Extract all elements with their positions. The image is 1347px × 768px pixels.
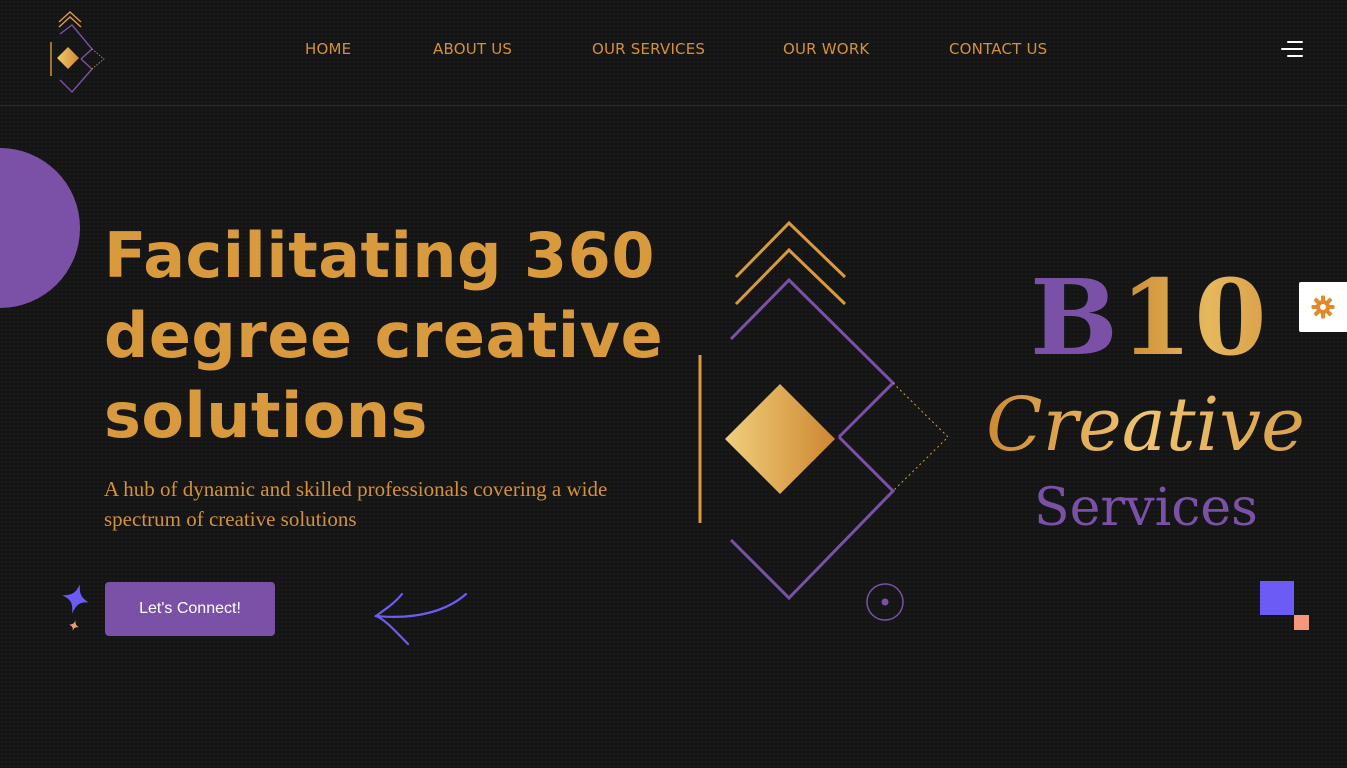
hero-title: Facilitating 360 degree creative solutio…	[104, 219, 664, 452]
curved-arrow-icon	[366, 588, 470, 650]
decorative-squares	[1260, 581, 1310, 631]
site-header: HOME ABOUT US OUR SERVICES OUR WORK CONT…	[0, 0, 1347, 106]
decorative-ring	[866, 583, 904, 621]
brand-b10-wordmark: B10	[1030, 258, 1269, 378]
nav-item-contact-us[interactable]: CONTACT US	[949, 40, 1047, 58]
nav-item-about-us[interactable]: ABOUT US	[433, 40, 512, 58]
decorative-half-circle	[0, 148, 80, 308]
nav-item-our-services[interactable]: OUR SERVICES	[592, 40, 705, 58]
hamburger-menu-icon[interactable]	[1272, 38, 1306, 62]
b10-logo-icon[interactable]	[46, 8, 110, 98]
sparkle-star-icon	[56, 580, 96, 636]
b10-brand-graphic	[690, 215, 960, 625]
brand-creative-wordmark: Creative	[986, 382, 1305, 468]
nav-item-home[interactable]: HOME	[305, 40, 351, 58]
brand-services-wordmark: Services	[1034, 478, 1258, 538]
landing-page: HOME ABOUT US OUR SERVICES OUR WORK CONT…	[0, 0, 1347, 768]
brand-b-letter: B	[1030, 256, 1120, 379]
brand-number: 10	[1119, 256, 1269, 379]
settings-gear-button[interactable]	[1299, 282, 1347, 332]
gear-icon	[1311, 295, 1335, 319]
hero-subtitle: A hub of dynamic and skilled professiona…	[104, 477, 608, 531]
nav-item-our-work[interactable]: OUR WORK	[783, 40, 869, 58]
lets-connect-button[interactable]: Let's Connect!	[105, 582, 275, 636]
